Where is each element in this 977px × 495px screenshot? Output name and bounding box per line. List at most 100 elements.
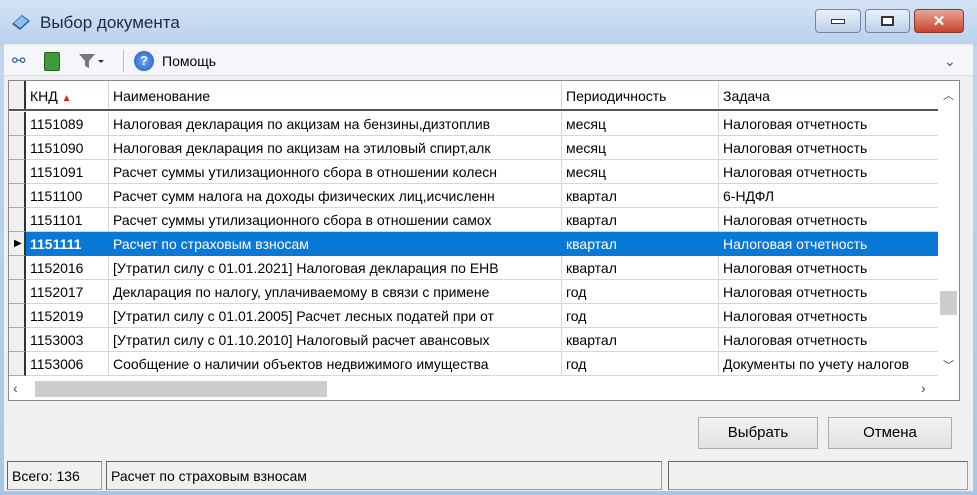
row-indicator[interactable]: ▶ [9,232,26,256]
table-row[interactable]: 1152017 Декларация по налогу, уплачиваемо… [9,280,939,304]
cell-knd: 1153003 [26,328,109,352]
notebook-button[interactable] [44,50,60,72]
row-indicator[interactable] [9,208,26,232]
cell-task: Налоговая отчетность [719,136,939,160]
row-indicator[interactable] [9,256,26,280]
cell-name: Декларация по налогу, уплачиваемому в св… [109,280,562,304]
toolbar-overflow-button[interactable]: ⌄ [944,50,956,72]
close-button[interactable]: ✕ [914,9,964,33]
cell-task: Налоговая отчетность [719,112,939,136]
cell-period: квартал [562,256,719,280]
cell-task: Налоговая отчетность [719,232,939,256]
column-label: КНД [30,88,58,104]
toolbar: ⚯ ? Помощь ⌄ [4,46,973,76]
toolbar-separator [123,50,124,72]
cell-period: год [562,352,719,376]
row-indicator[interactable] [9,352,26,376]
column-header-period[interactable]: Периодичность [562,81,719,109]
cell-task: Налоговая отчетность [719,208,939,232]
minimize-button[interactable] [815,9,861,33]
cell-knd: 1151101 [26,208,109,232]
table-row[interactable]: 1151089 Налоговая декларация по акцизам н… [9,112,939,136]
cell-name: [Утратил силу с 01.01.2021] Налоговая де… [109,256,562,280]
status-extra [668,461,968,490]
header-indicator [9,81,26,109]
cell-task: Налоговая отчетность [719,304,939,328]
filter-button[interactable] [78,50,104,72]
row-indicator[interactable] [9,160,26,184]
find-button[interactable]: ⚯ [12,50,25,72]
row-indicator[interactable] [9,112,26,136]
table-row[interactable]: 1153006 Сообщение о наличии объектов недв… [9,352,939,376]
grid-header: КНД ▲ Наименование Периодичность Задача [9,81,939,111]
row-indicator[interactable] [9,304,26,328]
documents-grid: КНД ▲ Наименование Периодичность Задача … [8,80,960,401]
cell-period: год [562,280,719,304]
cell-name: Расчет сумм налога на доходы физических … [109,184,562,208]
select-button[interactable]: Выбрать [698,417,818,449]
vertical-scrollbar[interactable]: ︿ ﹀ [938,81,959,377]
cell-knd: 1151100 [26,184,109,208]
cell-period: месяц [562,160,719,184]
cell-task: Налоговая отчетность [719,160,939,184]
table-row[interactable]: 1151090 Налоговая декларация по акцизам н… [9,136,939,160]
table-row[interactable]: 1152019 [Утратил силу с 01.01.2005] Расче… [9,304,939,328]
cell-period: квартал [562,232,719,256]
binoculars-icon: ⚯ [12,53,26,70]
table-row[interactable]: 1151100 Расчет сумм налога на доходы физи… [9,184,939,208]
scroll-down-icon[interactable]: ﹀ [938,357,959,373]
row-indicator[interactable] [9,328,26,352]
scroll-right-icon[interactable]: › [921,380,926,396]
cell-knd: 1153006 [26,352,109,376]
minimize-icon [831,18,845,24]
sort-ascending-icon: ▲ [61,93,72,104]
cell-name: Налоговая декларация по акцизам на этило… [109,136,562,160]
cell-task: Налоговая отчетность [719,280,939,304]
help-icon: ? [134,51,154,71]
cell-knd: 1152019 [26,304,109,328]
status-current-document: Расчет по страховым взносам [106,461,662,490]
cell-name: Сообщение о наличии объектов недвижимого… [109,352,562,376]
window-title: Выбор документа [40,13,180,32]
title-bar: Выбор документа ✕ [0,0,977,46]
column-header-name[interactable]: Наименование [109,81,562,109]
cell-name: Расчет суммы утилизационного сбора в отн… [109,208,562,232]
status-total: Всего: 136 [7,461,102,490]
scroll-left-icon[interactable]: ‹ [13,380,18,396]
cancel-button[interactable]: Отмена [828,417,952,449]
vertical-scroll-thumb[interactable] [940,291,957,315]
row-indicator[interactable] [9,184,26,208]
maximize-button[interactable] [865,9,910,33]
table-row[interactable]: ▶ 1151111 Расчет по страховым взносам кварт… [9,232,939,256]
column-header-knd[interactable]: КНД ▲ [26,81,109,109]
horizontal-scrollbar[interactable]: ‹ › [9,377,959,400]
current-row-arrow-icon: ▶ [14,238,22,249]
table-row[interactable]: 1151091 Расчет суммы утилизационного сбор… [9,160,939,184]
close-icon: ✕ [932,13,946,30]
cell-period: год [562,304,719,328]
cell-period: квартал [562,208,719,232]
scroll-up-icon[interactable]: ︿ [938,87,959,103]
cell-knd: 1151111 [26,232,109,256]
row-indicator[interactable] [9,136,26,160]
table-row[interactable]: 1152016 [Утратил силу с 01.01.2021] Налог… [9,256,939,280]
cell-period: квартал [562,184,719,208]
cell-name: Расчет суммы утилизационного сбора в отн… [109,160,562,184]
chevron-down-icon: ⌄ [944,52,956,69]
cell-knd: 1151091 [26,160,109,184]
horizontal-scroll-thumb[interactable] [35,381,327,397]
filter-icon [79,54,104,68]
cell-task: Документы по учету налогов [719,352,939,376]
cell-name: Расчет по страховым взносам [109,232,562,256]
help-button[interactable]: ? Помощь [134,50,216,72]
row-indicator[interactable] [9,280,26,304]
notebook-icon [44,51,60,71]
column-header-task[interactable]: Задача [719,81,939,109]
table-row[interactable]: 1153003 [Утратил силу с 01.10.2010] Налог… [9,328,939,352]
cell-period: месяц [562,136,719,160]
cell-period: месяц [562,112,719,136]
cell-knd: 1152016 [26,256,109,280]
cell-knd: 1152017 [26,280,109,304]
document-app-icon [12,15,30,30]
table-row[interactable]: 1151101 Расчет суммы утилизационного сбор… [9,208,939,232]
